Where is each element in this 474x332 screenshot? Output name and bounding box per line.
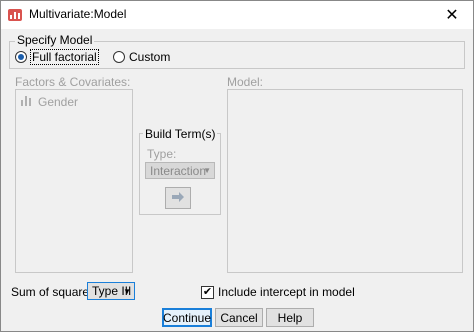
- move-term-button[interactable]: [165, 187, 191, 209]
- factors-list[interactable]: Gender: [15, 89, 133, 273]
- sum-of-squares-label: Sum of squares:: [11, 285, 99, 299]
- app-icon: [7, 7, 23, 23]
- factor-gender-label: Gender: [38, 94, 79, 109]
- window-title: Multivariate:Model: [29, 7, 127, 21]
- type-dropdown[interactable]: Interaction ▼: [145, 162, 215, 179]
- include-intercept-checkbox[interactable]: ✔ Include intercept in model: [201, 285, 355, 299]
- sum-of-squares-dropdown[interactable]: Type III ▼: [87, 282, 135, 300]
- close-button[interactable]: ✕: [431, 1, 473, 29]
- chevron-down-icon: ▼: [123, 286, 131, 296]
- help-button[interactable]: Help: [266, 308, 314, 327]
- full-factorial-radio-indicator[interactable]: [15, 51, 27, 63]
- continue-button[interactable]: Continue: [162, 308, 212, 327]
- bar-chart-icon: [20, 94, 34, 109]
- continue-button-label: Continue: [162, 310, 212, 325]
- checkmark-icon[interactable]: ✔: [201, 285, 214, 299]
- list-item[interactable]: Gender: [20, 94, 78, 109]
- model-list[interactable]: [227, 89, 463, 273]
- close-icon: ✕: [445, 7, 459, 24]
- cancel-button-label: Cancel: [220, 310, 258, 325]
- title-bar[interactable]: Multivariate:Model ✕: [1, 1, 473, 29]
- custom-radio-indicator[interactable]: [113, 51, 125, 63]
- cancel-button[interactable]: Cancel: [215, 308, 263, 327]
- full-factorial-radio[interactable]: Full factorial: [15, 49, 99, 65]
- specify-model-legend: Specify Model: [15, 33, 95, 47]
- full-factorial-label: Full factorial: [30, 49, 99, 65]
- type-dropdown-value: Interaction: [150, 163, 207, 178]
- help-button-label: Help: [277, 310, 303, 325]
- custom-radio[interactable]: Custom: [113, 50, 170, 64]
- type-label: Type:: [147, 147, 177, 161]
- model-label: Model:: [227, 75, 264, 89]
- build-terms-legend: Build Term(s): [143, 127, 218, 141]
- custom-label: Custom: [129, 50, 171, 64]
- chevron-down-icon: ▼: [203, 166, 211, 175]
- factors-label: Factors & Covariates:: [15, 75, 131, 89]
- include-intercept-label: Include intercept in model: [218, 285, 355, 299]
- dialog-window: Multivariate:Model ✕ Specify Model Full …: [0, 0, 474, 332]
- right-arrow-icon: [171, 191, 185, 205]
